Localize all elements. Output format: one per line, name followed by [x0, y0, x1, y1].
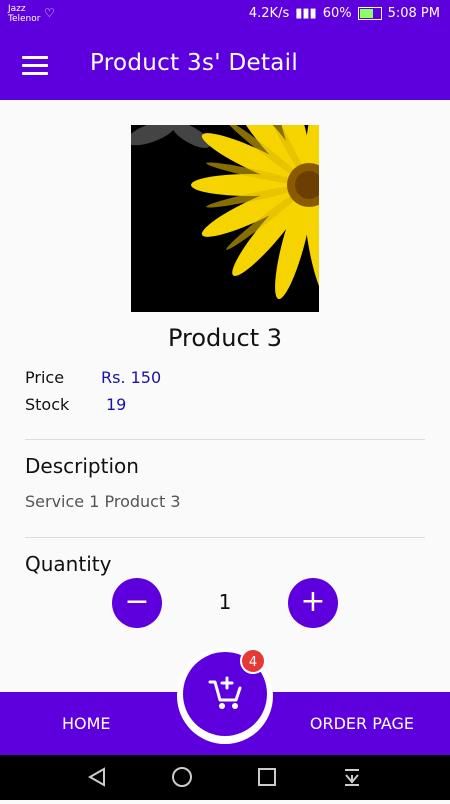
cart-count-badge: 4: [240, 648, 266, 674]
price-value: Rs. 150: [101, 368, 162, 387]
page-title: Product 3s' Detail: [90, 50, 299, 76]
divider: [25, 439, 425, 440]
minus-icon: −: [124, 584, 150, 619]
price-label: Price: [25, 368, 65, 387]
product-image: [131, 125, 319, 312]
clock: 5:08 PM: [387, 6, 440, 21]
divider: [25, 537, 425, 538]
carrier-line2: Telenor: [8, 14, 41, 24]
carrier-label: Jazz Telenor: [8, 4, 40, 24]
menu-icon[interactable]: [22, 56, 48, 76]
battery-percent: 60%: [322, 6, 352, 21]
notification-shade-icon: [345, 769, 359, 786]
status-bar: Jazz Telenor ♡ 4.2K/s ▮▮▮ 60% 5:08 PM: [0, 0, 450, 32]
increase-quantity-button[interactable]: +: [288, 578, 338, 628]
home-nav-button[interactable]: HOME: [62, 714, 111, 733]
app-bar: Product 3s' Detail: [0, 32, 450, 100]
quantity-title: Quantity: [25, 552, 112, 576]
system-nav-icons: [87, 767, 359, 787]
status-indicators: 4.2K/s ▮▮▮ 60% 5:08 PM: [249, 6, 440, 21]
stock-label: Stock: [25, 395, 70, 414]
order-page-nav-button[interactable]: ORDER PAGE: [310, 714, 414, 733]
decrease-quantity-button[interactable]: −: [112, 578, 162, 628]
stock-value: 19: [106, 395, 127, 414]
plus-icon: +: [300, 584, 326, 619]
signal-icon: ▮▮▮: [295, 6, 317, 21]
heart-icon: ♡: [44, 6, 55, 20]
product-name: Product 3: [167, 324, 283, 352]
network-speed: 4.2K/s: [248, 6, 290, 21]
back-icon: [87, 767, 105, 787]
quantity-value: 1: [218, 590, 232, 614]
home-icon: [172, 767, 192, 787]
description-text: Service 1 Product 3: [25, 492, 181, 511]
carrier-line1: Jazz: [8, 4, 26, 14]
battery-icon: [357, 7, 382, 20]
recents-icon: [258, 768, 276, 786]
system-navigation-bar: [0, 755, 450, 800]
description-title: Description: [25, 454, 139, 478]
flower-image: [131, 125, 319, 312]
